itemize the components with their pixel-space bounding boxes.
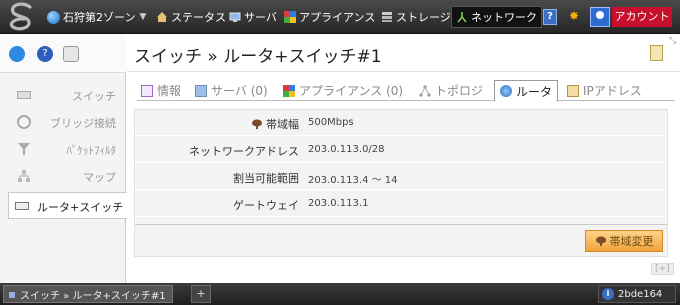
filter-icon bbox=[18, 143, 30, 155]
tab-router[interactable]: ルータ bbox=[494, 80, 559, 102]
monitor-icon bbox=[195, 84, 207, 97]
tab-bar: 情報 サーバ (0) アプライアンス (0) トポロジ ルータ IPアドレス bbox=[137, 80, 675, 102]
session-info[interactable]: i 2bde164 bbox=[598, 285, 676, 303]
window-tab[interactable]: スイッチ » ルータ+スイッチ#1 bbox=[3, 285, 173, 303]
user-icon[interactable] bbox=[590, 7, 610, 27]
help-icon[interactable]: ? bbox=[543, 9, 557, 25]
monitor-icon bbox=[229, 12, 241, 22]
change-bandwidth-button[interactable]: 帯域変更 bbox=[585, 230, 663, 252]
detail-value: 203.0.113.0/28 bbox=[308, 144, 385, 155]
detail-value: 203.0.113.1 bbox=[308, 198, 369, 209]
detail-row-gateway: ゲートウェイ 203.0.113.1 bbox=[135, 191, 667, 217]
detail-value: 500Mbps bbox=[308, 117, 354, 128]
sidebar-item-switch[interactable]: スイッチ bbox=[0, 83, 126, 107]
sidebar: ? スイッチ ブリッジ接続 ﾊﾟｹｯﾄﾌｨﾙﾀ マップ ルータ+スイッチ bbox=[0, 35, 135, 283]
refresh-icon[interactable] bbox=[9, 46, 25, 62]
top-bar: 石狩第2ゾーン ▼ ステータス サーバ アプライアンス ストレージ ネットワーク… bbox=[0, 0, 680, 34]
help-circle-icon[interactable]: ? bbox=[37, 46, 53, 62]
detail-label: 割当可能範囲 bbox=[233, 172, 299, 185]
sidebar-toolbar: ? bbox=[0, 35, 126, 73]
home-icon bbox=[157, 12, 167, 22]
sidebar-item-label: マップ bbox=[83, 171, 116, 184]
sun-icon[interactable]: ✸ bbox=[569, 9, 579, 23]
switch-icon bbox=[17, 91, 31, 99]
page-title: スイッチ » ルータ+スイッチ#1 bbox=[134, 47, 382, 67]
expand-button[interactable]: [+] bbox=[651, 263, 674, 275]
info-icon bbox=[141, 84, 153, 97]
detail-row-bandwidth: 帯域幅 500Mbps bbox=[135, 110, 667, 136]
window-icon bbox=[9, 292, 15, 298]
appliance-icon bbox=[283, 84, 295, 97]
sidebar-item-label: ルータ+スイッチ bbox=[37, 201, 124, 214]
main-panel: スイッチ » ルータ+スイッチ#1 ⤡ 情報 サーバ (0) アプライアンス (… bbox=[127, 35, 680, 283]
tab-appliance[interactable]: アプライアンス (0) bbox=[283, 80, 403, 101]
sidebar-item-label: スイッチ bbox=[72, 90, 116, 103]
chevron-down-icon: ▼ bbox=[139, 12, 147, 22]
nav-status[interactable]: ステータス bbox=[156, 7, 226, 27]
app-logo-icon[interactable] bbox=[4, 2, 40, 32]
title-bar: スイッチ » ルータ+スイッチ#1 ⤡ bbox=[127, 35, 680, 72]
nav-storage[interactable]: ストレージ bbox=[381, 7, 451, 27]
nav-server[interactable]: サーバ bbox=[229, 7, 277, 27]
network-icon bbox=[457, 12, 467, 23]
tree-icon bbox=[252, 119, 262, 129]
tab-ip-address[interactable]: IPアドレス bbox=[567, 80, 642, 101]
sidebar-item-packet-filter[interactable]: ﾊﾟｹｯﾄﾌｨﾙﾀ bbox=[0, 137, 126, 161]
detail-label: 帯域幅 bbox=[251, 116, 299, 132]
map-icon bbox=[18, 170, 30, 182]
sidebar-item-map[interactable]: マップ bbox=[0, 164, 126, 188]
detail-row-network-address: ネットワークアドレス 203.0.113.0/28 bbox=[135, 137, 667, 163]
tab-info[interactable]: 情報 bbox=[141, 80, 181, 101]
storage-icon bbox=[382, 12, 392, 22]
document-icon[interactable] bbox=[650, 45, 663, 61]
screenshot-icon[interactable] bbox=[63, 46, 79, 62]
router-switch-icon bbox=[15, 202, 29, 210]
resize-icon[interactable]: ⤡ bbox=[669, 36, 676, 46]
tab-server[interactable]: サーバ (0) bbox=[195, 80, 268, 101]
topology-icon bbox=[419, 84, 431, 97]
account-button[interactable]: アカウント bbox=[612, 7, 672, 27]
zone-label: 石狩第2ゾーン bbox=[63, 11, 136, 24]
sidebar-item-label: ブリッジ接続 bbox=[50, 117, 116, 130]
appliance-icon bbox=[284, 11, 296, 23]
status-bar: スイッチ » ルータ+スイッチ#1 + i 2bde164 bbox=[0, 283, 680, 305]
sidebar-item-bridge[interactable]: ブリッジ接続 bbox=[0, 110, 126, 134]
router-details-panel: 帯域幅 500Mbps ネットワークアドレス 203.0.113.0/28 割当… bbox=[134, 109, 668, 257]
nav-appliance[interactable]: アプライアンス bbox=[284, 7, 375, 27]
zone-selector[interactable]: 石狩第2ゾーン ▼ bbox=[47, 8, 146, 26]
info-icon: i bbox=[602, 288, 614, 300]
sidebar-item-label: ﾊﾟｹｯﾄﾌｨﾙﾀ bbox=[66, 144, 117, 157]
sidebar-item-router-switch[interactable]: ルータ+スイッチ bbox=[8, 192, 135, 219]
detail-label: ゲートウェイ bbox=[233, 199, 299, 212]
bridge-icon bbox=[17, 115, 31, 129]
action-bar: 帯域変更 bbox=[135, 224, 667, 256]
detail-value: 203.0.113.4 ～ 14 bbox=[308, 175, 398, 186]
nav-network[interactable]: ネットワーク bbox=[451, 6, 542, 28]
tree-icon bbox=[595, 236, 606, 246]
globe-icon bbox=[47, 10, 60, 24]
tab-topology[interactable]: トポロジ bbox=[419, 80, 483, 101]
add-tab-button[interactable]: + bbox=[191, 285, 211, 303]
detail-label: ネットワークアドレス bbox=[189, 145, 299, 158]
detail-row-assignable-range: 割当可能範囲 203.0.113.4 ～ 14 bbox=[135, 164, 667, 190]
router-icon bbox=[500, 85, 512, 97]
ip-list-icon bbox=[567, 84, 579, 97]
